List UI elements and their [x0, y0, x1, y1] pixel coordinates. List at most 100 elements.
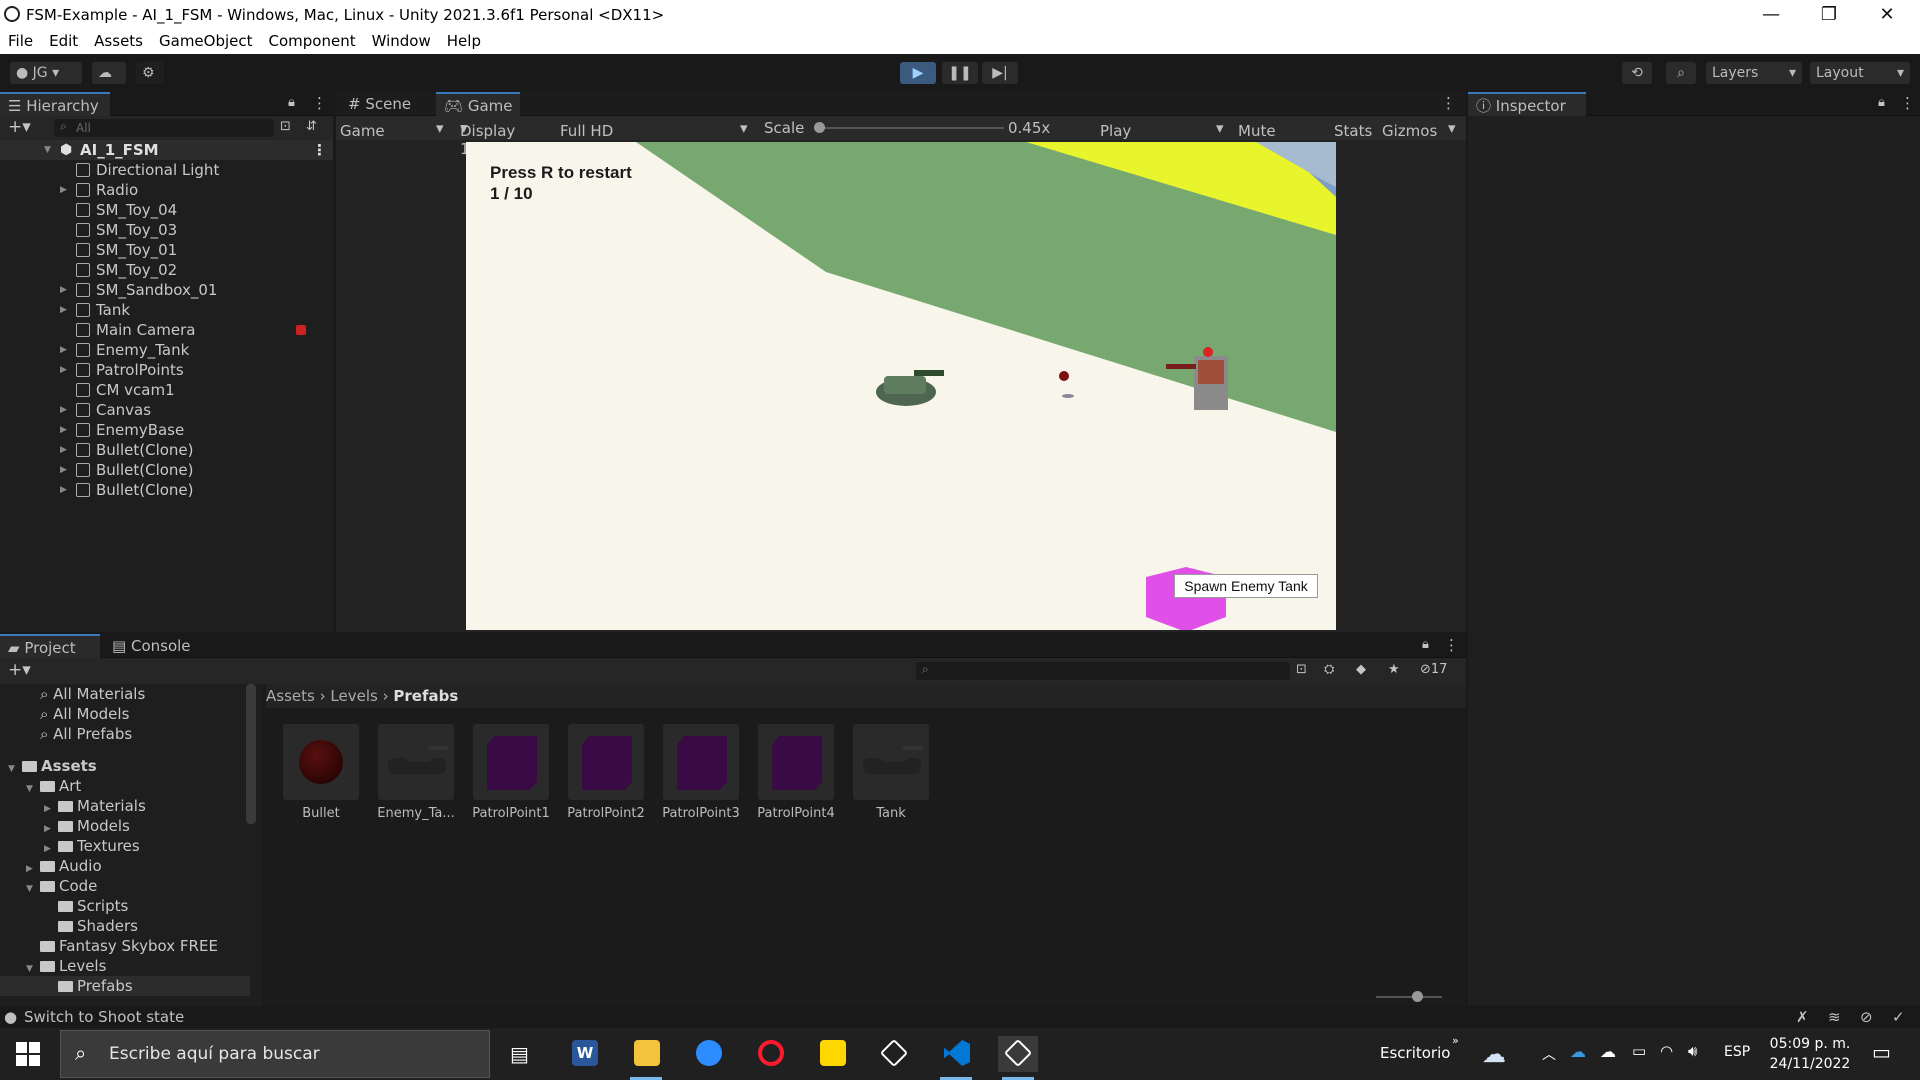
expand-arrow-icon[interactable]: ▶	[60, 300, 67, 320]
pause-button[interactable]: ❚❚	[942, 62, 978, 84]
display-dropdown[interactable]: Display 1 ▾	[460, 119, 515, 158]
expand-arrow-icon[interactable]: ▶	[60, 440, 67, 460]
menu-assets[interactable]: Assets	[86, 30, 151, 52]
hierarchy-item[interactable]: ▶ EnemyBase	[0, 420, 333, 440]
menu-help[interactable]: Help	[439, 30, 489, 52]
status-message[interactable]: Switch to Shoot state	[24, 1008, 184, 1026]
expand-arrow-icon[interactable]: ▶	[60, 280, 67, 300]
unity-editor-app[interactable]	[998, 1036, 1038, 1080]
hierarchy-item[interactable]: ▶ Enemy_Tank	[0, 340, 333, 360]
check-icon[interactable]: ✓	[1892, 1008, 1905, 1026]
task-view-button[interactable]: ▤	[500, 1036, 540, 1072]
chevron-right-icon[interactable]: »	[1452, 1034, 1459, 1047]
expand-arrow-icon[interactable]: ▶	[60, 180, 67, 200]
expand-arrow-icon[interactable]: ▶	[60, 420, 67, 440]
layers-dropdown[interactable]: Layers ▾	[1706, 62, 1802, 84]
maximize-button[interactable]: ❐	[1806, 2, 1852, 28]
favorite-item[interactable]: ⌕ All Materials	[0, 684, 250, 704]
hierarchy-item[interactable]: Main Camera	[0, 320, 333, 340]
progress-icon[interactable]: ≋	[1828, 1008, 1841, 1026]
desktop-toolbar-label[interactable]: Escritorio	[1380, 1044, 1450, 1062]
hierarchy-item[interactable]: CM vcam1	[0, 380, 333, 400]
asset-card[interactable]: Bullet	[276, 724, 366, 821]
spawn-enemy-tank-button[interactable]: Spawn Enemy Tank	[1174, 574, 1318, 598]
history-button[interactable]: ⟲	[1622, 62, 1652, 84]
account-dropdown[interactable]: ● JG ▾	[10, 62, 82, 84]
folder-tree-item[interactable]: ▶ Audio	[0, 856, 250, 876]
collab-button[interactable]: ⚙	[136, 62, 164, 84]
scene-filter-icon[interactable]: ⊡	[280, 119, 291, 134]
breadcrumb-assets[interactable]: Assets	[266, 687, 315, 705]
windows-start-button[interactable]	[16, 1042, 40, 1066]
tree-scrollbar[interactable]	[246, 684, 256, 824]
chevron-up-icon[interactable]: ︿	[1542, 1044, 1556, 1064]
menu-edit[interactable]: Edit	[41, 30, 86, 52]
bug-icon[interactable]: ✗	[1796, 1008, 1809, 1026]
tab-game[interactable]: 🎮︎ Game	[436, 92, 521, 116]
project-search-input[interactable]	[916, 662, 1290, 680]
asset-card[interactable]: Enemy_Ta...	[371, 724, 461, 821]
favorite-item[interactable]: ⌕ All Models	[0, 704, 250, 724]
expand-arrow-icon[interactable]: ▶	[60, 480, 67, 500]
hierarchy-item[interactable]: SM_Toy_02	[0, 260, 333, 280]
icon-size-slider-handle[interactable]	[1412, 991, 1423, 1002]
taskbar-search-box[interactable]: ⌕ Escribe aquí para buscar	[60, 1030, 490, 1078]
tab-scene[interactable]: # Scene	[340, 92, 419, 116]
onedrive-icon[interactable]: ☁	[1570, 1042, 1586, 1061]
kebab-menu-icon[interactable]: ⋮	[1441, 94, 1456, 112]
menu-window[interactable]: Window	[364, 30, 439, 52]
expand-arrow-icon[interactable]: ▼	[44, 140, 51, 160]
step-button[interactable]: ▶|	[982, 62, 1018, 84]
breadcrumb-levels[interactable]: Levels	[330, 687, 377, 705]
breadcrumb-prefabs[interactable]: Prefabs	[393, 687, 458, 705]
hierarchy-item[interactable]: ▶ Radio	[0, 180, 333, 200]
cloud-button[interactable]: ☁	[92, 62, 126, 84]
hierarchy-search-input[interactable]: All	[54, 119, 274, 137]
asset-card[interactable]: PatrolPoint3	[656, 724, 746, 821]
layout-dropdown[interactable]: Layout ▾	[1810, 62, 1910, 84]
unity-hub-app[interactable]	[874, 1036, 914, 1072]
expand-arrow-icon[interactable]: ▶	[60, 460, 67, 480]
menu-component[interactable]: Component	[261, 30, 364, 52]
search-button[interactable]: ⌕	[1666, 62, 1696, 84]
asset-card[interactable]: PatrolPoint1	[466, 724, 556, 821]
folder-tree-item[interactable]: ▼ Art	[0, 776, 250, 796]
tab-hierarchy[interactable]: ☰ Hierarchy	[0, 92, 110, 116]
hierarchy-item[interactable]: SM_Toy_01	[0, 240, 333, 260]
hierarchy-item[interactable]: ▶ PatrolPoints	[0, 360, 333, 380]
tab-inspector[interactable]: ⓘ Inspector	[1468, 92, 1586, 116]
hierarchy-item[interactable]: ▶ Bullet(Clone)	[0, 440, 333, 460]
kebab-menu-icon[interactable]: ⋮	[312, 140, 327, 160]
asset-card[interactable]: PatrolPoint4	[751, 724, 841, 821]
game-viewport[interactable]: Press R to restart 1 / 10 Spawn Enemy Ta…	[466, 142, 1336, 630]
opera-app[interactable]	[750, 1036, 790, 1072]
lock-icon[interactable]: 🔒︎	[1422, 637, 1429, 652]
folder-tree-item[interactable]: Scripts	[0, 896, 250, 916]
hierarchy-item[interactable]: SM_Toy_03	[0, 220, 333, 240]
zoom-app[interactable]	[688, 1036, 728, 1072]
word-app[interactable]: W	[564, 1036, 604, 1072]
expand-arrow-icon[interactable]: ▶	[60, 360, 67, 380]
volume-icon[interactable]: 🔊︎	[1688, 1042, 1697, 1060]
favorite-item[interactable]: ⌕ All Prefabs	[0, 724, 250, 744]
hierarchy-item[interactable]: SM_Toy_04	[0, 200, 333, 220]
lock-icon[interactable]: 🔒︎	[1878, 95, 1885, 110]
folder-tree-item[interactable]: ▶ Textures	[0, 836, 250, 856]
favorite-icon[interactable]: ★	[1388, 662, 1400, 677]
cache-icon[interactable]: ⊘	[1860, 1008, 1873, 1026]
notifications-icon[interactable]: ▭	[1872, 1040, 1891, 1064]
menu-gameobject[interactable]: GameObject	[151, 30, 261, 52]
scene-root[interactable]: ▼ ⬢ AI_1_FSM ⋮	[0, 140, 333, 160]
language-indicator[interactable]: ESP	[1724, 1044, 1750, 1060]
hierarchy-item[interactable]: ▶ Bullet(Clone)	[0, 480, 333, 500]
wifi-icon[interactable]: ◠	[1660, 1042, 1673, 1060]
expand-arrow-icon[interactable]: ▶	[60, 340, 67, 360]
battery-icon[interactable]: ▭	[1632, 1042, 1646, 1060]
hierarchy-item[interactable]: ▶ SM_Sandbox_01	[0, 280, 333, 300]
hierarchy-item[interactable]: ▶ Tank	[0, 300, 333, 320]
folder-tree-item[interactable]: ▶ Materials	[0, 796, 250, 816]
folder-tree-item[interactable]: ▼ Assets	[0, 756, 250, 776]
folder-tree-item[interactable]: ▼ Code	[0, 876, 250, 896]
kebab-menu-icon[interactable]: ⋮	[312, 94, 327, 112]
sticky-notes-app[interactable]	[812, 1036, 852, 1072]
